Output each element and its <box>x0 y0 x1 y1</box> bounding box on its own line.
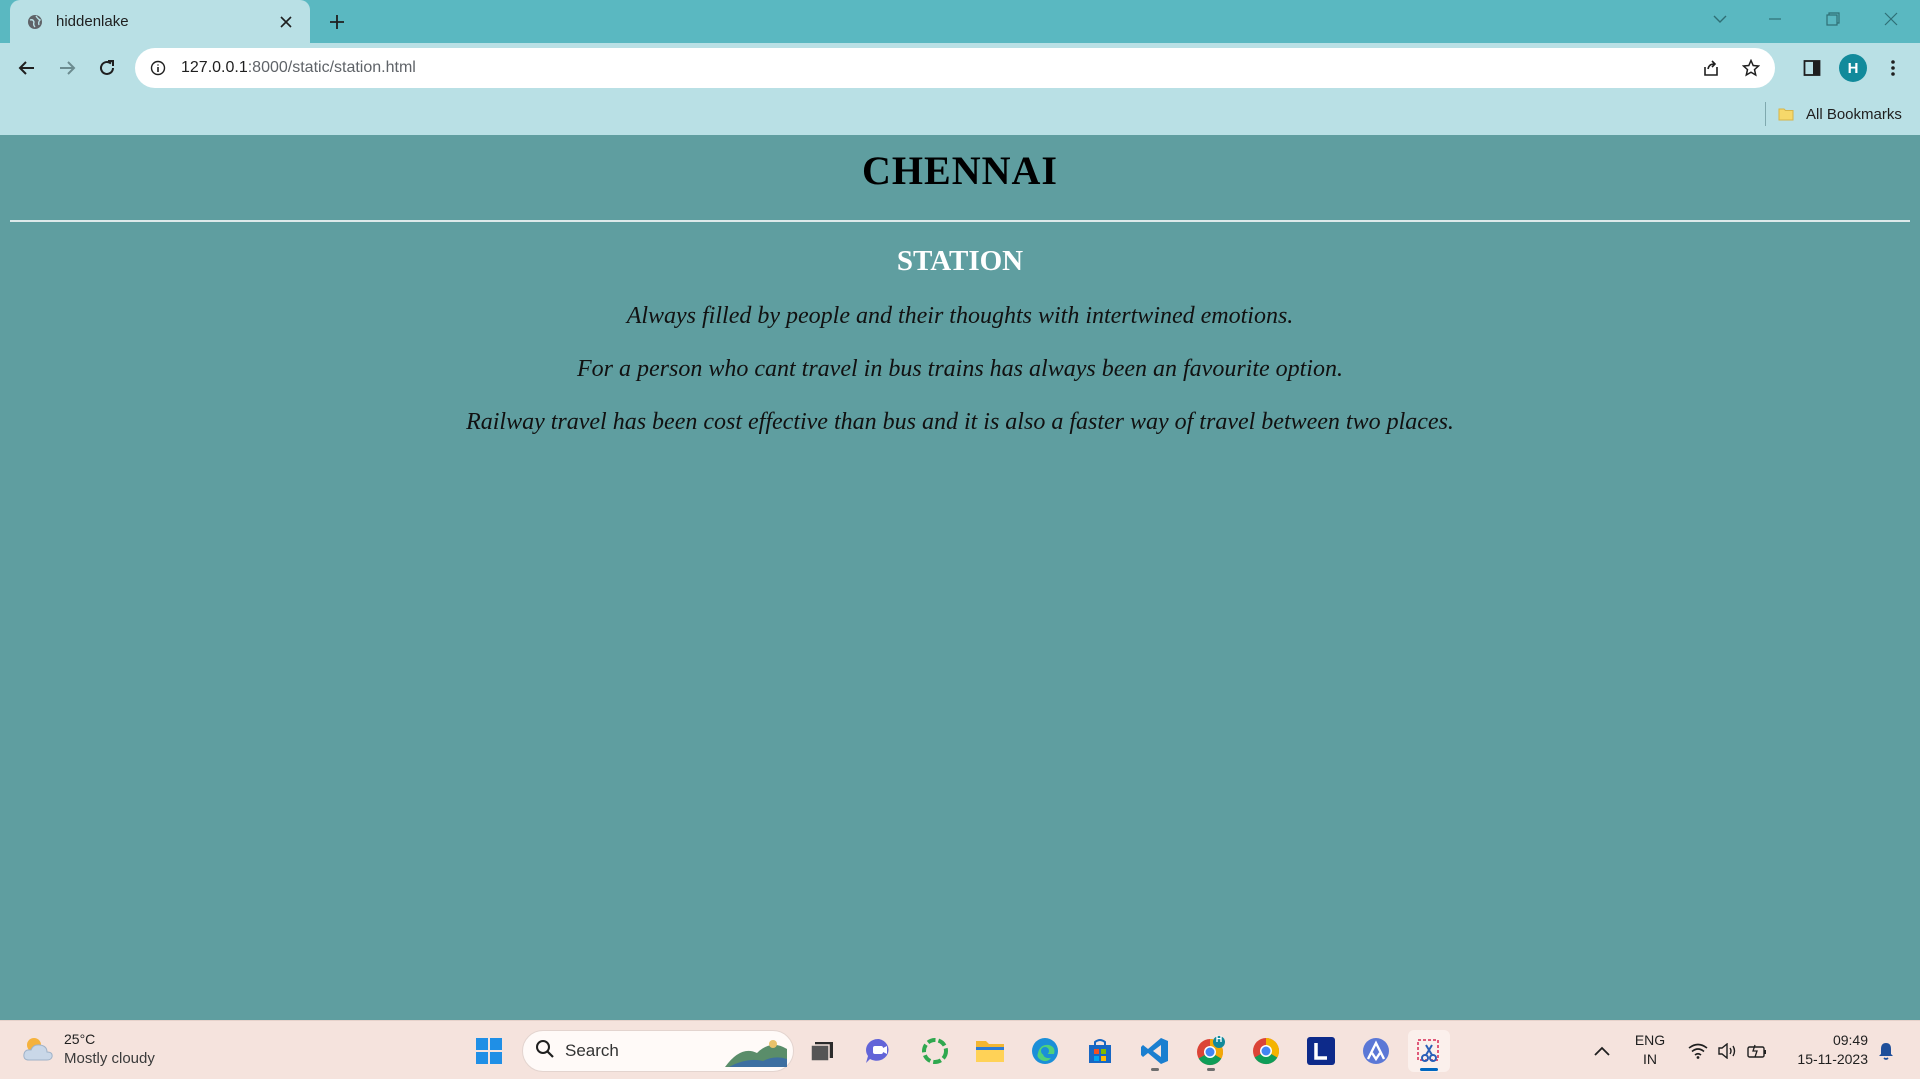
search-placeholder: Search <box>565 1041 619 1060</box>
page-content: CHENNAI STATION Always filled by people … <box>0 135 1920 1020</box>
folder-icon <box>1778 106 1794 122</box>
l-app-button[interactable] <box>1300 1030 1342 1072</box>
tab-title: hiddenlake <box>56 13 129 30</box>
all-bookmarks-button[interactable]: All Bookmarks <box>1778 101 1902 127</box>
taskbar-search[interactable]: Search <box>522 1030 794 1072</box>
volume-icon[interactable] <box>1714 1031 1740 1071</box>
url-host: 127.0.0.1 <box>181 59 248 76</box>
section-title: STATION <box>896 245 1024 277</box>
edge-button[interactable] <box>1024 1030 1066 1072</box>
share-icon[interactable] <box>1695 52 1727 84</box>
site-info-icon[interactable] <box>149 59 167 77</box>
region-code: IN <box>1643 1051 1657 1067</box>
notification-bell-icon[interactable] <box>1872 1031 1900 1071</box>
language-code: ENG <box>1634 1032 1666 1048</box>
chrome-profile-button[interactable]: H <box>1190 1030 1232 1072</box>
weather-widget[interactable]: 25°C Mostly cloudy <box>20 1030 155 1068</box>
close-window-icon[interactable] <box>1871 6 1911 32</box>
l-app-icon <box>1307 1037 1335 1065</box>
teams-button[interactable] <box>858 1030 900 1072</box>
clock-date: 15-11-2023 <box>1797 1051 1868 1067</box>
show-hidden-icons-button[interactable] <box>1590 1031 1614 1071</box>
chevron-up-icon <box>1594 1046 1610 1056</box>
reload-button[interactable] <box>91 52 123 84</box>
store-icon <box>1089 1039 1111 1063</box>
tab-hiddenlake[interactable]: hiddenlake <box>10 0 310 43</box>
running-indicator <box>1151 1068 1159 1071</box>
address-bar[interactable]: 127.0.0.1:8000/static/station.html <box>135 48 1775 88</box>
file-explorer-button[interactable] <box>969 1030 1011 1072</box>
running-indicator <box>1207 1068 1215 1071</box>
tab-strip: hiddenlake <box>0 0 1920 43</box>
more-menu-icon[interactable] <box>1877 52 1909 84</box>
weather-description: Mostly cloudy <box>64 1050 155 1067</box>
minimize-icon[interactable] <box>1755 6 1795 32</box>
tab-search-icon[interactable] <box>1700 6 1740 32</box>
clock-time: 09:49 <box>1832 1032 1868 1048</box>
weather-temperature: 25°C <box>64 1031 96 1047</box>
task-view-button[interactable] <box>801 1030 843 1072</box>
app-ring-icon <box>922 1038 948 1064</box>
arc-icon <box>1363 1038 1389 1064</box>
bookmark-star-icon[interactable] <box>1735 52 1767 84</box>
profile-avatar[interactable]: H <box>1837 52 1869 84</box>
file-explorer-icon <box>976 1041 1004 1062</box>
bookmarks-bar: All Bookmarks <box>0 93 1920 135</box>
all-bookmarks-label: All Bookmarks <box>1806 105 1902 123</box>
snipping-tool-icon <box>1417 1039 1439 1062</box>
teams-icon <box>866 1038 889 1063</box>
horizontal-rule <box>10 220 1910 222</box>
chrome-button[interactable] <box>1245 1030 1287 1072</box>
edge-icon <box>1032 1038 1058 1064</box>
wifi-icon[interactable] <box>1684 1031 1712 1071</box>
taskbar: 25°C Mostly cloudy Search H ENG IN 09:49… <box>0 1020 1920 1079</box>
restore-icon[interactable] <box>1813 6 1853 32</box>
side-panel-icon[interactable] <box>1796 52 1828 84</box>
battery-icon[interactable] <box>1744 1031 1770 1071</box>
page-title: CHENNAI <box>862 148 1058 193</box>
paragraph-1: Always filled by people and their though… <box>626 303 1294 329</box>
bookmarks-separator <box>1765 102 1766 126</box>
snipping-tool-button[interactable] <box>1408 1030 1450 1072</box>
start-button[interactable] <box>468 1030 510 1072</box>
store-button[interactable] <box>1079 1030 1121 1072</box>
back-button[interactable] <box>11 52 43 84</box>
url-text: 127.0.0.1:8000/static/station.html <box>181 59 416 77</box>
url-path: :8000/static/station.html <box>247 59 416 76</box>
forward-button[interactable] <box>51 52 83 84</box>
new-tab-button[interactable] <box>324 9 350 35</box>
vscode-icon <box>1141 1038 1168 1064</box>
paragraph-3: Railway travel has been cost effective t… <box>466 409 1454 435</box>
app-ring-button[interactable] <box>914 1030 956 1072</box>
cloudy-weather-icon <box>20 1031 56 1067</box>
search-icon <box>535 1039 555 1064</box>
close-tab-icon[interactable] <box>274 10 298 34</box>
chrome-profile-badge: H <box>1215 1034 1223 1044</box>
active-indicator <box>1420 1068 1438 1071</box>
task-view-icon <box>810 1042 833 1062</box>
clock[interactable]: 09:49 15-11-2023 <box>1782 1031 1868 1069</box>
arc-app-button[interactable] <box>1355 1030 1397 1072</box>
browser-toolbar: 127.0.0.1:8000/static/station.html H <box>0 43 1920 93</box>
globe-icon <box>26 13 44 31</box>
search-highlight-icon <box>725 1040 787 1067</box>
weather-text: 25°C Mostly cloudy <box>64 1030 155 1068</box>
profile-initial: H <box>1839 54 1867 82</box>
chrome-icon <box>1253 1038 1280 1065</box>
paragraph-2: For a person who cant travel in bus trai… <box>577 356 1343 382</box>
vscode-button[interactable] <box>1134 1030 1176 1072</box>
windows-logo-icon <box>476 1038 502 1064</box>
input-language[interactable]: ENG IN <box>1632 1031 1668 1069</box>
